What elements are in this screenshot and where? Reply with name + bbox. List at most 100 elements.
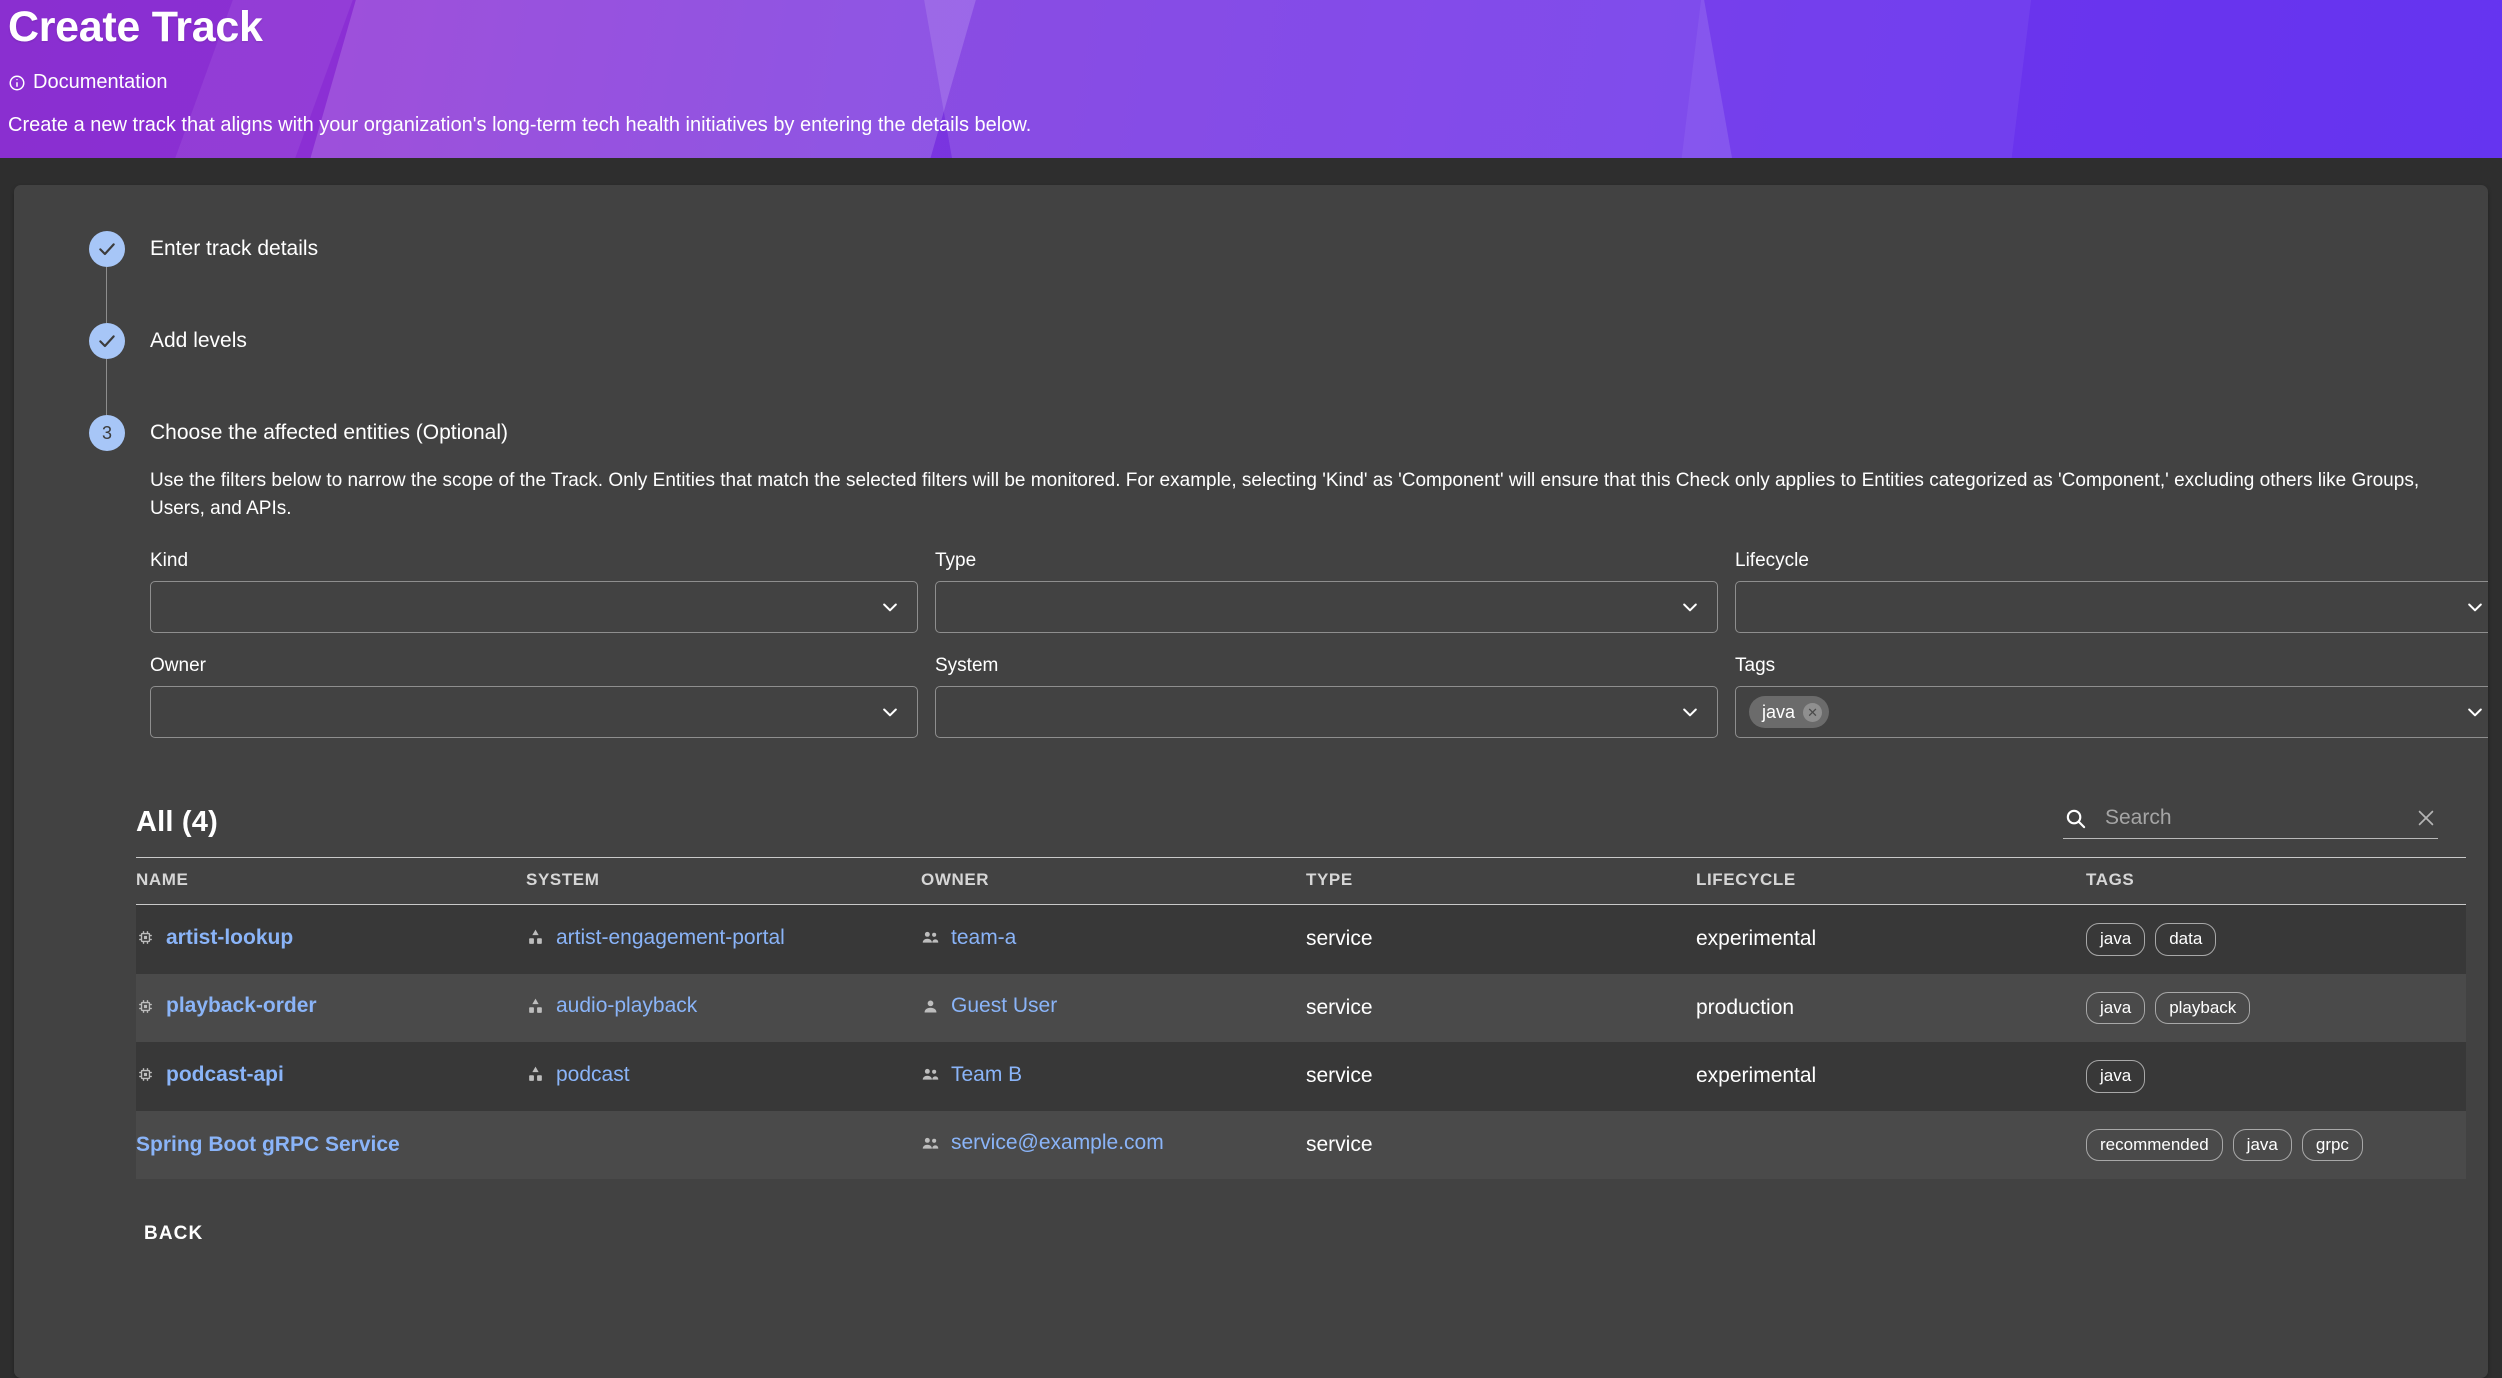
entity-system-link[interactable]: podcast: [526, 1063, 630, 1087]
entity-system-label: audio-playback: [556, 994, 698, 1018]
create-track-stepper: Enter track details Add levels 3 Choose …: [14, 231, 2488, 739]
entity-system-link[interactable]: audio-playback: [526, 994, 697, 1018]
cell-owner: Team B: [921, 1042, 1306, 1111]
step-enter-track-details[interactable]: Enter track details: [89, 231, 2488, 323]
component-icon: [136, 997, 155, 1016]
tag-list: recommended java grpc: [2086, 1128, 2466, 1162]
cell-name: artist-lookup: [136, 905, 526, 974]
entity-name-label: playback-order: [166, 994, 317, 1018]
filter-kind: Kind: [150, 550, 918, 634]
step-2-label: Add levels: [150, 329, 247, 352]
tag-pill[interactable]: recommended: [2086, 1128, 2223, 1162]
cell-lifecycle: experimental: [1696, 1064, 1817, 1088]
cell-tags: java playback: [2086, 974, 2466, 1043]
chevron-down-icon: [880, 597, 900, 617]
entity-name-link[interactable]: podcast-api: [136, 1063, 284, 1087]
tag-pill[interactable]: java: [2086, 923, 2146, 956]
documentation-link[interactable]: Documentation: [8, 71, 168, 94]
entity-owner-link[interactable]: service@example.com: [921, 1131, 1164, 1155]
step-add-levels[interactable]: Add levels: [89, 323, 2488, 415]
chevron-down-icon: [1680, 597, 1700, 617]
page-title: Create Track: [8, 3, 263, 51]
close-icon[interactable]: ✕: [1803, 702, 1823, 722]
column-header-type[interactable]: TYPE: [1306, 857, 1696, 906]
cell-lifecycle: production: [1696, 995, 1795, 1019]
filter-owner-select[interactable]: [150, 686, 918, 739]
page-body: Enter track details Add levels 3 Choose …: [0, 158, 2502, 1378]
page-banner: Create Track Documentation Create a new …: [0, 0, 2502, 158]
entity-system-label: podcast: [556, 1062, 630, 1086]
filter-owner: Owner: [150, 655, 918, 739]
tag-list: java playback: [2086, 991, 2466, 1025]
entity-owner-label: Guest User: [951, 994, 1058, 1018]
chevron-down-icon: [880, 702, 900, 722]
filter-type-label: Type: [935, 550, 977, 572]
filter-type: Type: [935, 550, 1718, 634]
filter-tags-select[interactable]: java ✕: [1735, 686, 2488, 739]
cell-owner: team-a: [921, 905, 1306, 974]
column-header-tags[interactable]: TAGS: [2086, 857, 2466, 906]
cell-system: audio-playback: [526, 974, 921, 1043]
close-icon[interactable]: [2414, 806, 2438, 830]
search-input[interactable]: [2103, 805, 2398, 832]
filter-tags-label: Tags: [1735, 655, 1776, 677]
entity-name-link[interactable]: playback-order: [136, 994, 317, 1018]
tag-list: java: [2086, 1060, 2466, 1093]
tag-pill[interactable]: java: [2086, 991, 2146, 1025]
entity-name-label: Spring Boot gRPC Service: [136, 1132, 400, 1156]
tag-pill[interactable]: java: [2086, 1060, 2146, 1093]
step-1-label: Enter track details: [150, 237, 319, 260]
cell-name: Spring Boot gRPC Service: [136, 1111, 526, 1180]
table-row[interactable]: podcast-api podcast Team B service experimen…: [136, 1042, 2466, 1111]
column-header-lifecycle[interactable]: LIFECYCLE: [1696, 857, 2086, 906]
entity-owner-link[interactable]: Guest User: [921, 994, 1057, 1018]
column-header-name[interactable]: NAME: [136, 857, 526, 906]
tag-pill[interactable]: java: [2232, 1128, 2292, 1162]
group-icon: [921, 1134, 940, 1153]
table-row[interactable]: artist-lookup artist-engagement-portal tea…: [136, 904, 2466, 974]
entities-table-section: All (4) NAME: [14, 805, 2488, 1180]
back-button[interactable]: BACK: [136, 1217, 211, 1251]
tag-pill[interactable]: grpc: [2301, 1128, 2363, 1162]
filter-system-select[interactable]: [935, 686, 1718, 739]
entity-owner-link[interactable]: Team B: [921, 1063, 1022, 1087]
entity-name-link[interactable]: Spring Boot gRPC Service: [136, 1133, 400, 1157]
info-icon: [8, 74, 26, 92]
entity-owner-label: service@example.com: [951, 1131, 1164, 1155]
cell-type: service: [1306, 995, 1373, 1019]
component-icon: [136, 1065, 155, 1084]
filter-system-label: System: [935, 655, 999, 677]
entities-count-title: All (4): [136, 806, 218, 839]
entities-table: NAME SYSTEM OWNER TYPE LIFECYCLE TAGS ar…: [136, 857, 2466, 1180]
step-choose-entities[interactable]: 3 Choose the affected entities (Optional…: [89, 415, 2488, 739]
entity-name-label: artist-lookup: [166, 925, 294, 949]
cell-system: artist-engagement-portal: [526, 905, 921, 974]
entity-system-link[interactable]: artist-engagement-portal: [526, 926, 785, 950]
entity-name-link[interactable]: artist-lookup: [136, 926, 293, 950]
chevron-down-icon: [2465, 702, 2485, 722]
step-1-check-icon: [89, 231, 125, 267]
table-row[interactable]: Spring Boot gRPC Service service@example.…: [136, 1110, 2466, 1180]
filter-kind-select[interactable]: [150, 581, 918, 634]
filter-type-select[interactable]: [935, 581, 1718, 634]
filter-tag-chip-label: java: [1762, 701, 1796, 722]
component-icon: [136, 928, 155, 947]
filter-tag-chip[interactable]: java ✕: [1749, 696, 1830, 729]
chevron-down-icon: [2465, 597, 2485, 617]
table-row[interactable]: playback-order audio-playback Guest User se…: [136, 973, 2466, 1043]
tag-pill[interactable]: playback: [2155, 991, 2251, 1025]
column-header-system[interactable]: SYSTEM: [526, 857, 921, 906]
cell-type: service: [1306, 1064, 1373, 1088]
step-connector-1: [106, 267, 107, 323]
tag-pill[interactable]: data: [2155, 923, 2217, 956]
filter-tags: Tags java ✕: [1735, 655, 2488, 739]
entity-owner-link[interactable]: team-a: [921, 926, 1016, 950]
column-header-owner[interactable]: OWNER: [921, 857, 1306, 906]
tag-list: java data: [2086, 923, 2466, 956]
cell-lifecycle: [1696, 1111, 2086, 1180]
entity-owner-label: Team B: [951, 1062, 1023, 1086]
filter-lifecycle-select[interactable]: [1735, 581, 2488, 634]
system-icon: [526, 997, 545, 1016]
cell-tags: java data: [2086, 905, 2466, 974]
filter-lifecycle: Lifecycle: [1735, 550, 2488, 634]
